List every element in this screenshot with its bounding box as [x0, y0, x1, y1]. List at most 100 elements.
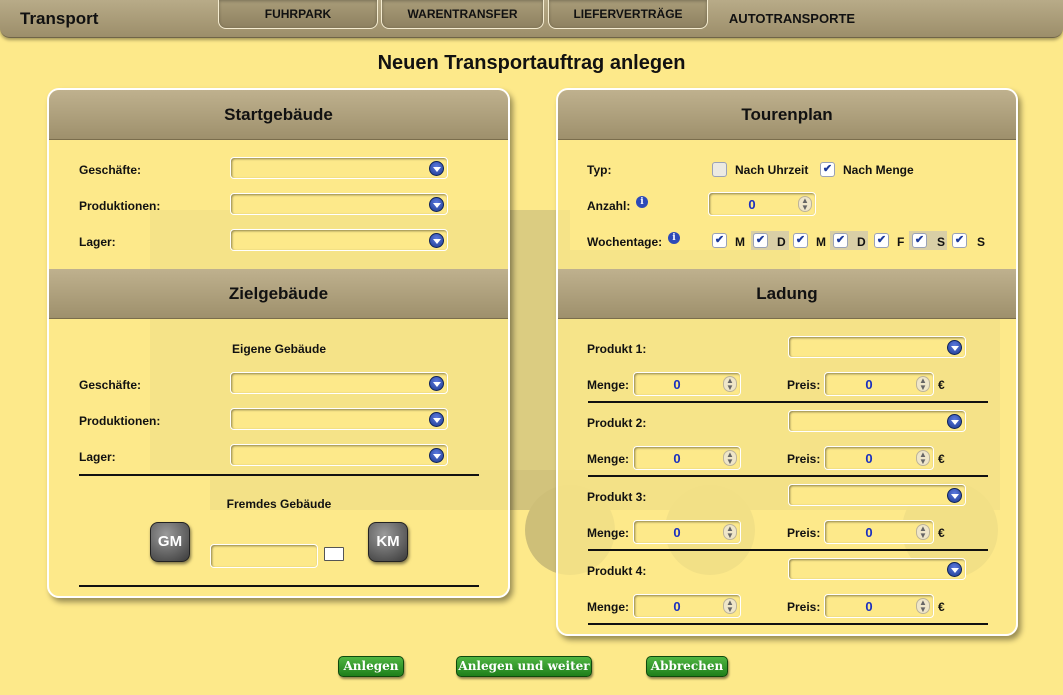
target-productions-label: Produktionen: — [79, 414, 161, 428]
day-label-sun: S — [977, 235, 986, 249]
product-4-select[interactable] — [788, 558, 966, 580]
divider — [79, 474, 479, 476]
top-bar: Transport FUHRPARK WARENTRANSFER LIEFERV… — [0, 0, 1063, 38]
cancel-button[interactable]: Abbrechen — [646, 656, 728, 677]
product-2-menge-input[interactable]: 0 ▲ ▼ — [633, 446, 741, 470]
load-heading: Ladung — [558, 269, 1016, 319]
count-input[interactable]: 0 ▲ ▼ — [708, 192, 816, 216]
currency-label: € — [938, 452, 945, 466]
product-3-preis-input[interactable]: 0 ▲ ▼ — [824, 520, 934, 544]
menge-value: 0 — [673, 451, 681, 466]
chevron-down-icon — [429, 412, 444, 427]
spinner-icon[interactable]: ▲ ▼ — [916, 524, 930, 540]
chevron-down-icon — [429, 376, 444, 391]
spinner-icon[interactable]: ▲ ▼ — [798, 196, 812, 212]
checkbox-nach-uhrzeit[interactable]: ✔ — [712, 162, 727, 177]
day-label-sat: S — [937, 235, 946, 249]
gm-button[interactable]: GM — [150, 522, 190, 562]
target-storage-label: Lager: — [79, 450, 116, 464]
nach-uhrzeit-label: Nach Uhrzeit — [735, 163, 809, 177]
spinner-icon[interactable]: ▲ ▼ — [723, 450, 737, 466]
preis-label: Preis: — [787, 378, 821, 392]
preis-value: 0 — [865, 599, 873, 614]
start-storage-select[interactable] — [230, 229, 448, 251]
checkbox-day-fri[interactable]: ✔ — [874, 233, 889, 248]
tab-warentransfer[interactable]: WARENTRANSFER — [381, 0, 544, 29]
foreign-building-input[interactable] — [210, 544, 318, 568]
divider — [588, 475, 988, 477]
chevron-down-icon — [947, 414, 962, 429]
preis-label: Preis: — [787, 452, 821, 466]
create-and-next-button[interactable]: Anlegen und weiter — [456, 656, 592, 677]
product-1-preis-input[interactable]: 0 ▲ ▼ — [824, 372, 934, 396]
product-3-select[interactable] — [788, 484, 966, 506]
spinner-icon[interactable]: ▲ ▼ — [916, 376, 930, 392]
product-1-select[interactable] — [788, 336, 966, 358]
product-3-menge-input[interactable]: 0 ▲ ▼ — [633, 520, 741, 544]
info-icon[interactable]: i — [636, 196, 648, 208]
menge-label: Menge: — [587, 600, 629, 614]
tab-liefervertraege[interactable]: LIEFERVERTRÄGE — [548, 0, 708, 29]
spinner-icon[interactable]: ▲ ▼ — [723, 524, 737, 540]
chevron-down-icon — [947, 488, 962, 503]
book-icon[interactable] — [324, 547, 344, 561]
product-2-preis-input[interactable]: 0 ▲ ▼ — [824, 446, 934, 470]
app-title: Transport — [20, 9, 99, 28]
weekdays-label: Wochentage: — [587, 235, 663, 249]
preis-value: 0 — [865, 377, 873, 392]
spinner-icon[interactable]: ▲ ▼ — [916, 450, 930, 466]
preis-label: Preis: — [787, 526, 821, 540]
tab-fuhrpark[interactable]: FUHRPARK — [218, 0, 378, 29]
start-productions-label: Produktionen: — [79, 199, 161, 213]
preis-value: 0 — [865, 451, 873, 466]
tour-heading: Tourenplan — [558, 90, 1016, 140]
divider — [588, 549, 988, 551]
create-button[interactable]: Anlegen — [338, 656, 404, 677]
target-shops-select[interactable] — [230, 372, 448, 394]
menge-label: Menge: — [587, 378, 629, 392]
currency-label: € — [938, 378, 945, 392]
start-productions-select[interactable] — [230, 193, 448, 215]
day-label-tue: D — [777, 235, 786, 249]
checkbox-day-sat[interactable]: ✔ — [912, 233, 927, 248]
target-productions-select[interactable] — [230, 408, 448, 430]
type-label: Typ: — [587, 163, 612, 177]
tab-autotransporte[interactable]: AUTOTRANSPORTE — [712, 0, 872, 29]
checkbox-day-tue[interactable]: ✔ — [753, 233, 768, 248]
product-4-menge-input[interactable]: 0 ▲ ▼ — [633, 594, 741, 618]
product-4-preis-input[interactable]: 0 ▲ ▼ — [824, 594, 934, 618]
spinner-icon[interactable]: ▲ ▼ — [916, 598, 930, 614]
product-label: Produkt 4: — [587, 564, 647, 578]
count-label: Anzahl: — [587, 199, 631, 213]
checkbox-day-wed[interactable]: ✔ — [793, 233, 808, 248]
info-icon[interactable]: i — [668, 232, 680, 244]
tour-load-panel: Tourenplan Typ: ✔ Nach Uhrzeit ✔ Nach Me… — [556, 88, 1018, 636]
day-label-mon: M — [735, 235, 745, 249]
menge-label: Menge: — [587, 526, 629, 540]
target-storage-select[interactable] — [230, 444, 448, 466]
checkbox-day-thu[interactable]: ✔ — [833, 233, 848, 248]
count-value: 0 — [748, 197, 756, 212]
building-panel: Startgebäude Geschäfte: Produktionen: La… — [47, 88, 510, 598]
start-heading: Startgebäude — [49, 90, 508, 140]
spinner-icon[interactable]: ▲ ▼ — [723, 598, 737, 614]
product-label: Produkt 2: — [587, 416, 647, 430]
chevron-down-icon — [429, 233, 444, 248]
start-shops-label: Geschäfte: — [79, 163, 142, 177]
km-button[interactable]: KM — [368, 522, 408, 562]
checkbox-day-mon[interactable]: ✔ — [712, 233, 727, 248]
menge-label: Menge: — [587, 452, 629, 466]
start-shops-select[interactable] — [230, 157, 448, 179]
spinner-icon[interactable]: ▲ ▼ — [723, 376, 737, 392]
currency-label: € — [938, 526, 945, 540]
chevron-down-icon — [429, 197, 444, 212]
target-heading: Zielgebäude — [49, 269, 508, 319]
product-2-select[interactable] — [788, 410, 966, 432]
checkbox-nach-menge[interactable]: ✔ — [820, 162, 835, 177]
preis-label: Preis: — [787, 600, 821, 614]
menge-value: 0 — [673, 377, 681, 392]
checkbox-day-sun[interactable]: ✔ — [952, 233, 967, 248]
divider — [588, 623, 988, 625]
day-label-wed: M — [816, 235, 826, 249]
product-1-menge-input[interactable]: 0 ▲ ▼ — [633, 372, 741, 396]
